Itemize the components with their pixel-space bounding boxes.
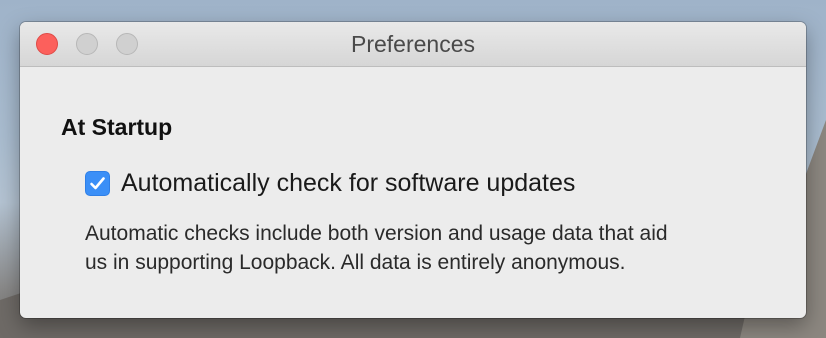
checkmark-icon xyxy=(90,177,105,190)
auto-update-option[interactable]: Automatically check for software updates xyxy=(85,169,575,198)
auto-update-checkbox[interactable] xyxy=(85,171,110,196)
window-title: Preferences xyxy=(350,31,475,57)
auto-update-label[interactable]: Automatically check for software updates xyxy=(121,169,575,198)
description-line-1: Automatic checks include both version an… xyxy=(85,222,668,245)
title-bar[interactable]: Preferences xyxy=(20,22,806,67)
auto-update-description: Automatic checks include both version an… xyxy=(85,219,785,277)
description-line-2: us in supporting Loopback. All data is e… xyxy=(85,251,626,274)
section-heading: At Startup xyxy=(61,114,173,140)
preferences-window: Preferences At Startup Automatically che… xyxy=(20,22,806,318)
